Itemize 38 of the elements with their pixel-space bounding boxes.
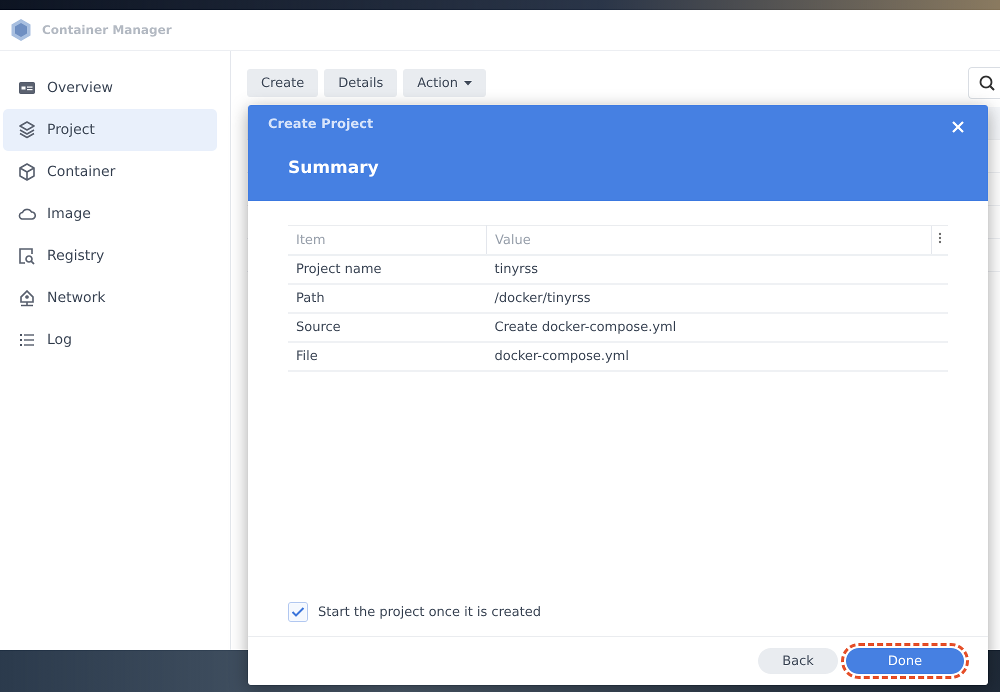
done-button[interactable]: Done bbox=[846, 648, 964, 674]
more-options-icon[interactable] bbox=[938, 232, 942, 244]
table-cell: /docker/tinyrss bbox=[486, 284, 948, 313]
toolbar-button[interactable]: Details bbox=[324, 69, 398, 97]
table-cell: Create docker-compose.yml bbox=[486, 313, 948, 342]
table-cell: tinyrss bbox=[486, 255, 948, 284]
project-icon bbox=[17, 120, 37, 140]
toolbar-button[interactable]: Create bbox=[247, 69, 318, 97]
caret-icon bbox=[464, 80, 472, 86]
checkmark-icon bbox=[291, 606, 305, 618]
table-cell: Path bbox=[288, 284, 486, 313]
sidebar-item[interactable]: Network bbox=[3, 277, 217, 319]
column-header: Value bbox=[486, 226, 932, 255]
table-cell: docker-compose.yml bbox=[486, 342, 948, 371]
search-icon bbox=[978, 74, 996, 92]
column-header: Item bbox=[288, 226, 486, 255]
table-cell: Source bbox=[288, 313, 486, 342]
sidebar-item[interactable]: Container bbox=[3, 151, 217, 193]
app-logo-icon bbox=[10, 18, 32, 42]
sidebar-item[interactable]: Project bbox=[3, 109, 217, 151]
search-button[interactable] bbox=[968, 67, 1000, 99]
table-cell: Project name bbox=[288, 255, 486, 284]
checkbox[interactable] bbox=[288, 602, 308, 622]
back-button[interactable]: Back bbox=[758, 648, 838, 674]
step-title: Summary bbox=[288, 158, 379, 178]
sidebar-item[interactable]: Log bbox=[3, 319, 217, 361]
container-icon bbox=[17, 162, 37, 182]
toolbar-button[interactable]: Action bbox=[403, 69, 486, 97]
dialog-title: Create Project bbox=[268, 117, 374, 132]
close-icon bbox=[952, 121, 964, 133]
window-title: Container Manager bbox=[42, 23, 172, 37]
sidebar-item[interactable]: Overview bbox=[3, 67, 217, 109]
sidebar-item[interactable]: Registry bbox=[3, 235, 217, 277]
network-icon bbox=[17, 288, 37, 308]
sidebar-item[interactable]: Image bbox=[3, 193, 217, 235]
checkbox-label: Start the project once it is created bbox=[318, 604, 541, 620]
table-cell: File bbox=[288, 342, 486, 371]
registry-icon bbox=[17, 246, 37, 266]
